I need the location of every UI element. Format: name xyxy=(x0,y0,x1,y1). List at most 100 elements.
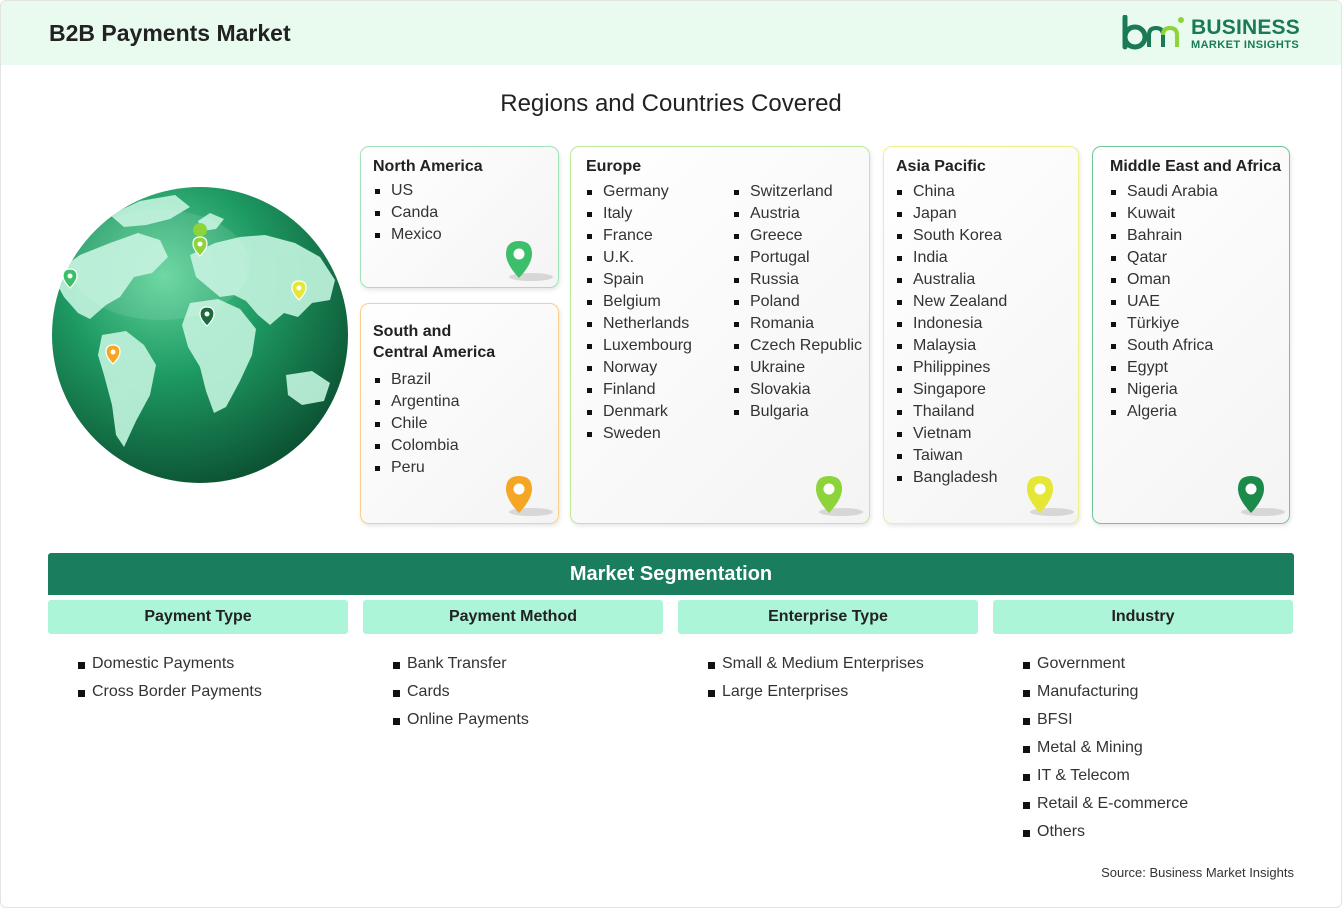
list-item: Austria xyxy=(734,203,862,225)
list-item: Government xyxy=(1023,650,1188,678)
region-card-europe: Europe Germany Italy France U.K. Spain B… xyxy=(570,146,870,524)
list-item: IT & Telecom xyxy=(1023,762,1188,790)
list-item: US xyxy=(375,180,442,202)
list-item: Switzerland xyxy=(734,181,862,203)
country-list: China Japan South Korea India Australia … xyxy=(897,181,1007,489)
region-title: North America xyxy=(373,158,483,175)
list-item: Türkiye xyxy=(1111,313,1218,335)
map-pin-icon xyxy=(506,241,553,281)
list-item: Chile xyxy=(375,413,460,435)
list-item: Sweden xyxy=(587,423,692,445)
globe-icon xyxy=(52,187,348,483)
list-item: Manufacturing xyxy=(1023,678,1188,706)
logo-text-business: BUSINESS xyxy=(1191,16,1300,39)
region-card-asia-pacific: Asia Pacific China Japan South Korea Ind… xyxy=(883,146,1079,524)
list-item: Large Enterprises xyxy=(708,678,924,706)
country-list: Saudi Arabia Kuwait Bahrain Qatar Oman U… xyxy=(1111,181,1218,423)
list-item: Australia xyxy=(897,269,1007,291)
list-item: Domestic Payments xyxy=(78,650,262,678)
list-item: Brazil xyxy=(375,369,460,391)
list-item: South Africa xyxy=(1111,335,1218,357)
logo-icon xyxy=(1122,15,1184,50)
list-item: Saudi Arabia xyxy=(1111,181,1218,203)
list-item: BFSI xyxy=(1023,706,1188,734)
list-item: Singapore xyxy=(897,379,1007,401)
list-item: Qatar xyxy=(1111,247,1218,269)
list-item: Greece xyxy=(734,225,862,247)
list-item: Czech Republic xyxy=(734,335,862,357)
segment-header-enterprise-type: Enterprise Type xyxy=(678,600,978,634)
segment-list-payment-type: Domestic Payments Cross Border Payments xyxy=(78,650,262,706)
list-item: Norway xyxy=(587,357,692,379)
segmentation-title-bar: Market Segmentation xyxy=(48,553,1294,595)
list-item: India xyxy=(897,247,1007,269)
country-list-col2: Switzerland Austria Greece Portugal Russ… xyxy=(734,181,862,423)
list-item: Cross Border Payments xyxy=(78,678,262,706)
list-item: Vietnam xyxy=(897,423,1007,445)
region-title-line2: Central America xyxy=(373,344,496,361)
country-list: Brazil Argentina Chile Colombia Peru xyxy=(375,369,460,479)
list-item: China xyxy=(897,181,1007,203)
list-item: Spain xyxy=(587,269,692,291)
list-item: Russia xyxy=(734,269,862,291)
map-pin-icon xyxy=(1238,476,1285,516)
map-pin-icon xyxy=(1027,476,1074,516)
list-item: France xyxy=(587,225,692,247)
list-item: Mexico xyxy=(375,224,442,246)
list-item: Portugal xyxy=(734,247,862,269)
list-item: U.K. xyxy=(587,247,692,269)
list-item: Italy xyxy=(587,203,692,225)
region-title: Europe xyxy=(586,158,642,175)
list-item: Thailand xyxy=(897,401,1007,423)
list-item: Argentina xyxy=(375,391,460,413)
list-item: Algeria xyxy=(1111,401,1218,423)
source-note: Source: Business Market Insights xyxy=(1101,865,1294,880)
country-list-col1: Germany Italy France U.K. Spain Belgium … xyxy=(587,181,692,445)
list-item: Malaysia xyxy=(897,335,1007,357)
list-item: Metal & Mining xyxy=(1023,734,1188,762)
list-item: Denmark xyxy=(587,401,692,423)
list-item: Bulgaria xyxy=(734,401,862,423)
list-item: Others xyxy=(1023,818,1188,846)
segment-header-industry: Industry xyxy=(993,600,1293,634)
list-item: Peru xyxy=(375,457,460,479)
list-item: Egypt xyxy=(1111,357,1218,379)
segment-list-payment-method: Bank Transfer Cards Online Payments xyxy=(393,650,529,734)
list-item: Taiwan xyxy=(897,445,1007,467)
list-item: South Korea xyxy=(897,225,1007,247)
brand-logo[interactable]: BUSINESS MARKET INSIGHTS xyxy=(1121,15,1301,55)
list-item: Small & Medium Enterprises xyxy=(708,650,924,678)
list-item: Finland xyxy=(587,379,692,401)
segment-list-enterprise-type: Small & Medium Enterprises Large Enterpr… xyxy=(708,650,924,706)
region-card-north-america: North America US Canda Mexico xyxy=(360,146,559,288)
region-card-middle-east-africa: Middle East and Africa Saudi Arabia Kuwa… xyxy=(1092,146,1290,524)
list-item: Online Payments xyxy=(393,706,529,734)
list-item: Germany xyxy=(587,181,692,203)
list-item: Romania xyxy=(734,313,862,335)
country-list: US Canda Mexico xyxy=(375,180,442,246)
list-item: Retail & E-commerce xyxy=(1023,790,1188,818)
list-item: Slovakia xyxy=(734,379,862,401)
list-item: Canda xyxy=(375,202,442,224)
list-item: Ukraine xyxy=(734,357,862,379)
list-item: Nigeria xyxy=(1111,379,1218,401)
regions-title: Regions and Countries Covered xyxy=(500,90,842,117)
list-item: Indonesia xyxy=(897,313,1007,335)
segment-list-industry: Government Manufacturing BFSI Metal & Mi… xyxy=(1023,650,1188,846)
map-pin-icon xyxy=(506,476,553,516)
segment-header-payment-type: Payment Type xyxy=(48,600,348,634)
page-title: B2B Payments Market xyxy=(49,20,291,46)
list-item: Bahrain xyxy=(1111,225,1218,247)
logo-text-market-insights: MARKET INSIGHTS xyxy=(1191,39,1300,51)
region-title: Asia Pacific xyxy=(896,158,986,175)
list-item: Bank Transfer xyxy=(393,650,529,678)
list-item: Oman xyxy=(1111,269,1218,291)
list-item: Netherlands xyxy=(587,313,692,335)
region-card-south-america: South and Central America Brazil Argenti… xyxy=(360,303,559,524)
list-item: Kuwait xyxy=(1111,203,1218,225)
map-pin-icon xyxy=(816,476,863,516)
region-title: South and Central America xyxy=(373,321,495,363)
globe-pin-green xyxy=(193,223,208,237)
list-item: Philippines xyxy=(897,357,1007,379)
list-item: Japan xyxy=(897,203,1007,225)
